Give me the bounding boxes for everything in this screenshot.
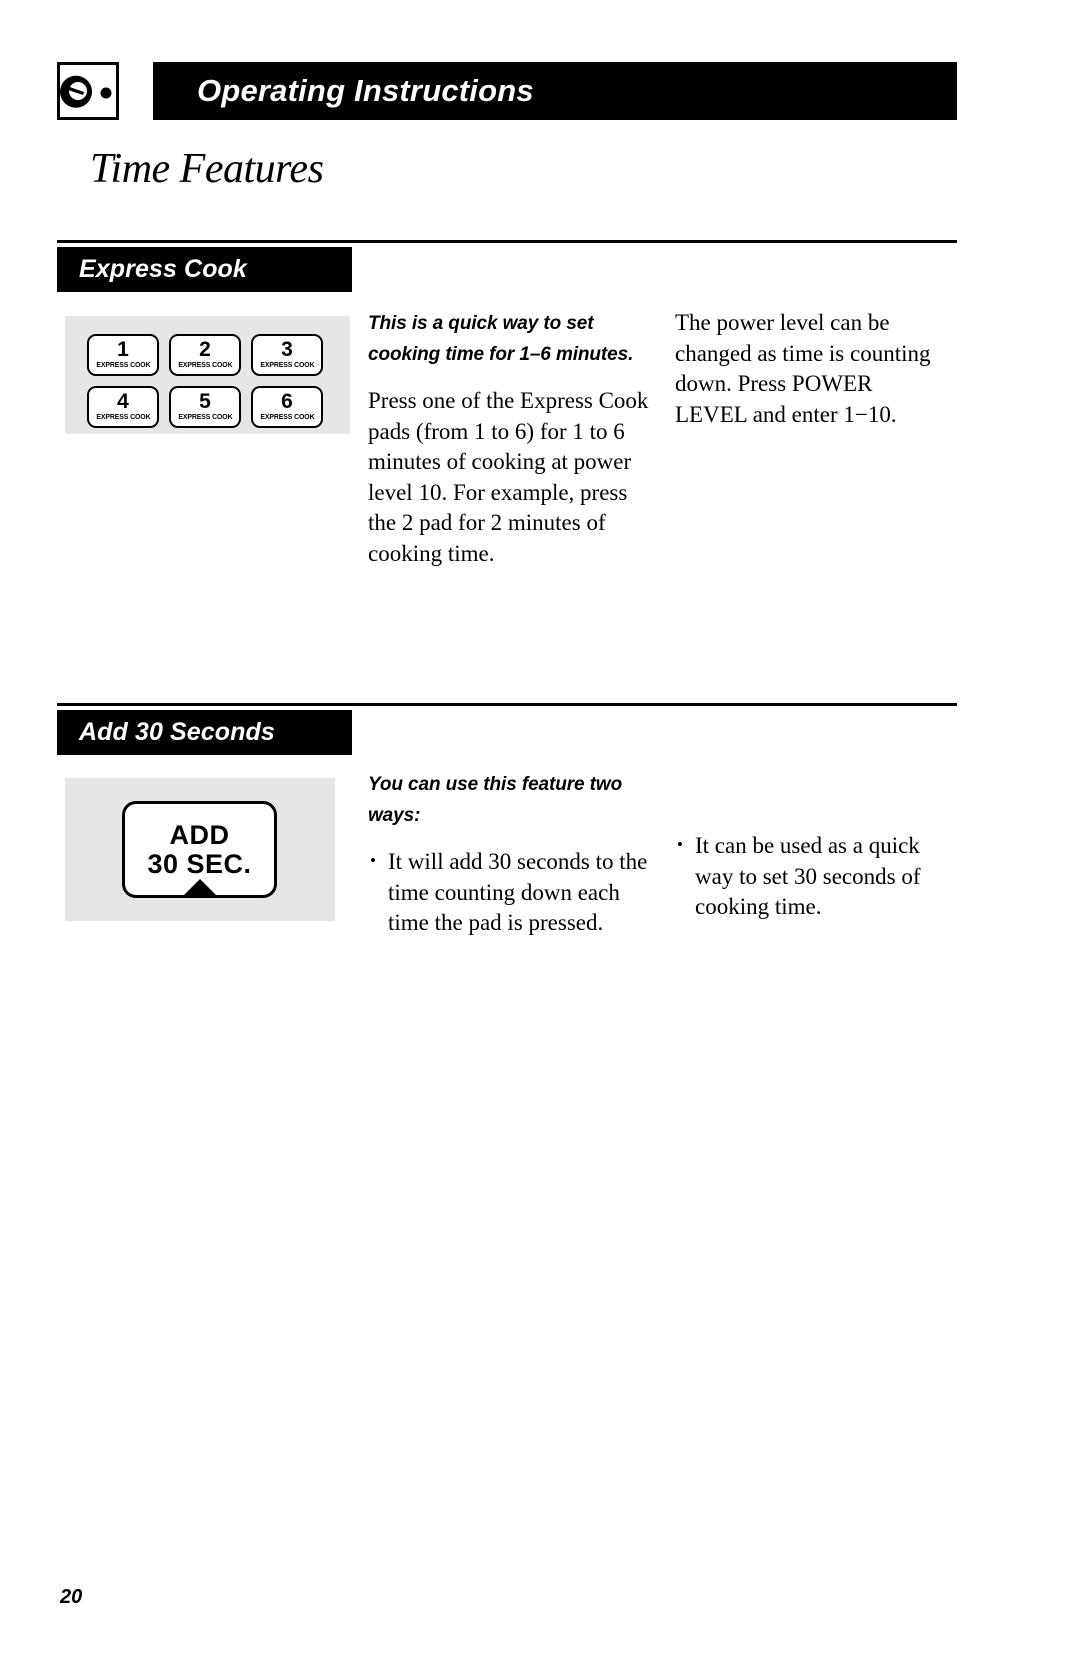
pad-express-cook-1: 1 EXPRESS COOK <box>87 334 159 376</box>
pad-sublabel: EXPRESS COOK <box>259 412 315 421</box>
pad-sublabel: EXPRESS COOK <box>95 360 151 369</box>
pad-line-1: ADD <box>169 819 230 850</box>
section-rule <box>57 703 957 706</box>
express-cook-body: Press one of the Express Cook pads (from… <box>368 388 649 566</box>
add-30-lead: You can use this feature two ways: <box>368 774 623 826</box>
pad-sublabel: EXPRESS COOK <box>259 360 315 369</box>
express-cook-power-note: The power level can be changed as time i… <box>675 310 931 427</box>
pad-number: 3 <box>281 338 293 361</box>
section-tab-express-cook: Express Cook <box>57 247 352 292</box>
pad-number: 1 <box>117 338 129 361</box>
express-cook-keypad-illustration: 1 EXPRESS COOK 2 EXPRESS COOK 3 EXPRESS … <box>65 316 350 434</box>
section-tab-label: Add 30 Seconds <box>79 718 275 746</box>
pad-express-cook-5: 5 EXPRESS COOK <box>169 386 241 428</box>
add-30-bullet-list-right: It can be used as a quick way to set 30 … <box>675 830 951 923</box>
section-express-cook: Express Cook 1 EXPRESS COOK 2 EXPRESS CO… <box>57 240 957 660</box>
document-page: Operating Instructions Time Features Exp… <box>0 0 1080 1669</box>
list-item: It can be used as a quick way to set 30 … <box>675 830 951 923</box>
section-rule <box>57 240 957 243</box>
add-30-middle-column: You can use this feature two ways: It wi… <box>368 769 652 939</box>
pad-sublabel: EXPRESS COOK <box>95 412 151 421</box>
header-title: Operating Instructions <box>197 73 534 108</box>
keypad-grid: 1 EXPRESS COOK 2 EXPRESS COOK 3 EXPRESS … <box>87 334 323 428</box>
oven-dial-icon <box>57 62 119 120</box>
section-tab-label: Express Cook <box>79 255 247 283</box>
section-add-30-seconds: Add 30 Seconds ADD 30 SEC. You can use t… <box>57 703 957 1023</box>
pad-number: 2 <box>199 338 211 361</box>
page-number: 20 <box>60 1586 83 1608</box>
header-bar: Operating Instructions <box>153 62 957 120</box>
pad-express-cook-2: 2 EXPRESS COOK <box>169 334 241 376</box>
pad-number: 5 <box>199 390 211 413</box>
pad-number: 6 <box>281 390 293 413</box>
add-30-right-column: It can be used as a quick way to set 30 … <box>675 830 951 923</box>
page-title: Time Features <box>90 146 324 192</box>
add-30-seconds-pad-illustration: ADD 30 SEC. <box>65 778 335 921</box>
pad-express-cook-4: 4 EXPRESS COOK <box>87 386 159 428</box>
triangle-up-icon <box>180 879 219 898</box>
add-30-bullet-list: It will add 30 seconds to the time count… <box>368 846 652 939</box>
section-tab-add-30-seconds: Add 30 Seconds <box>57 710 352 755</box>
running-header: Operating Instructions <box>57 62 957 120</box>
pad-sublabel: EXPRESS COOK <box>177 360 233 369</box>
pad-line-2: 30 SEC. <box>147 848 252 879</box>
pad-sublabel: EXPRESS COOK <box>177 412 233 421</box>
pad-add-30-sec: ADD 30 SEC. <box>122 801 277 898</box>
express-cook-middle-column: This is a quick way to set cooking time … <box>368 308 652 569</box>
express-cook-right-column: The power level can be changed as time i… <box>675 308 945 430</box>
pad-express-cook-3: 3 EXPRESS COOK <box>251 334 323 376</box>
express-cook-lead: This is a quick way to set cooking time … <box>368 313 634 365</box>
pad-express-cook-6: 6 EXPRESS COOK <box>251 386 323 428</box>
pad-number: 4 <box>117 390 129 413</box>
list-item: It will add 30 seconds to the time count… <box>368 846 652 939</box>
